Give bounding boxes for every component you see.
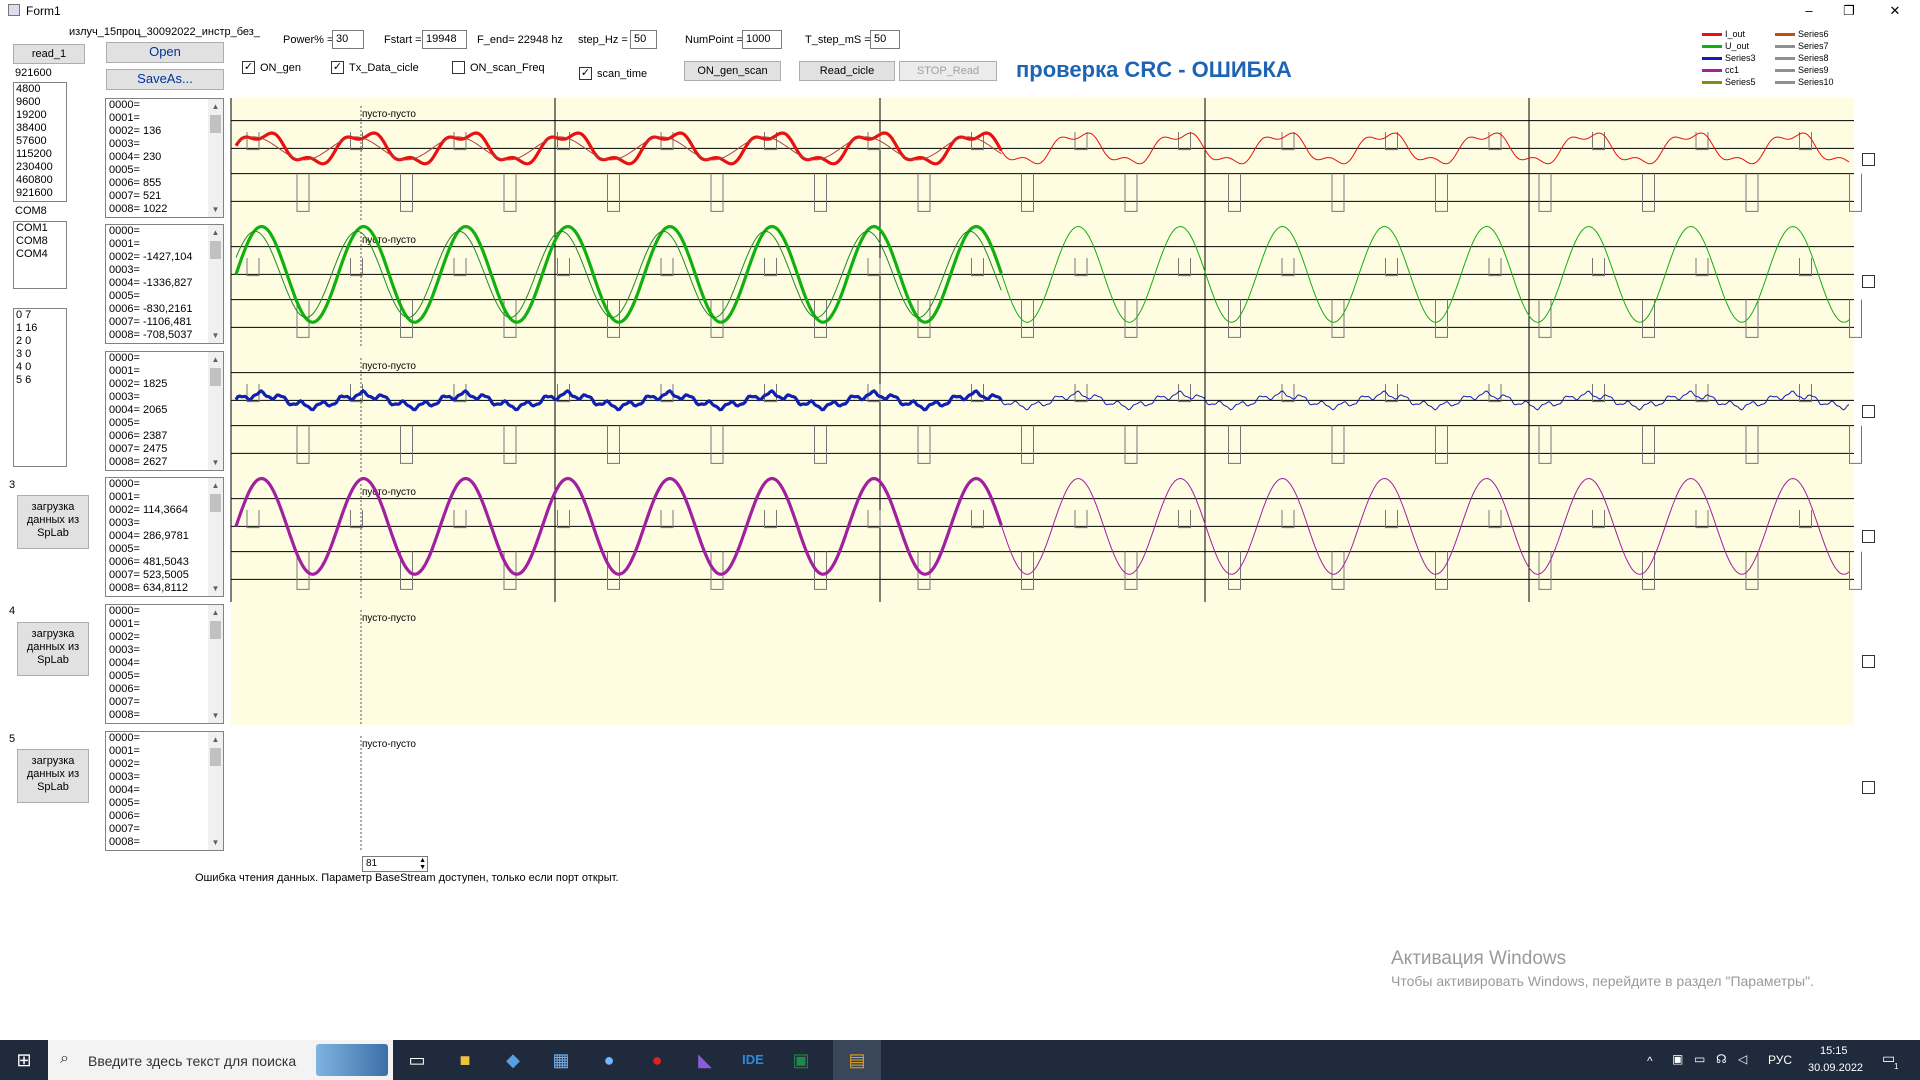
ide-icon[interactable]: IDE: [729, 1040, 777, 1080]
cursor-label: пусто-пусто: [362, 361, 416, 372]
cursor-label: пусто-пусто: [362, 613, 416, 624]
cursor-label: пусто-пусто: [362, 109, 416, 120]
search-highlight-image: [316, 1044, 388, 1076]
charts-svg: пусто-пусто пусто-пусто пусто-пусто пусто-п…: [230, 98, 1862, 852]
file-explorer-icon[interactable]: ■: [441, 1040, 489, 1080]
cursor-spinner[interactable]: 81 ▲ ▼: [362, 856, 428, 872]
paint-icon[interactable]: ●: [585, 1040, 633, 1080]
panel-checkbox-6[interactable]: [1862, 781, 1875, 794]
tray-display-icon[interactable]: ▭: [1694, 1052, 1705, 1066]
volume-icon[interactable]: ◁: [1738, 1052, 1747, 1066]
panel-checkbox-2[interactable]: [1862, 275, 1875, 288]
form1-app-icon[interactable]: ▤: [833, 1040, 881, 1080]
error-status: Ошибка чтения данных. Параметр BaseStrea…: [195, 872, 619, 884]
cursor-label: пусто-пусто: [362, 739, 416, 750]
search-placeholder: Введите здесь текст для поиска: [88, 1053, 297, 1069]
activation-text: Чтобы активировать Windows, перейдите в …: [1391, 973, 1814, 989]
tray-wifi-icon[interactable]: ☊: [1716, 1052, 1727, 1066]
panel-checkbox-5[interactable]: [1862, 655, 1875, 668]
editor-icon[interactable]: ◆: [489, 1040, 537, 1080]
yandex-browser-icon[interactable]: ●: [633, 1040, 681, 1080]
panel-checkbox-1[interactable]: [1862, 153, 1875, 166]
language-indicator[interactable]: РУС: [1768, 1053, 1792, 1067]
tray-chevron-icon[interactable]: ^: [1647, 1054, 1653, 1068]
task-view-icon[interactable]: ▭: [393, 1040, 441, 1080]
search-icon: ⌕: [60, 1050, 69, 1067]
excel-icon[interactable]: ▣: [777, 1040, 825, 1080]
visual-studio-icon[interactable]: ◣: [681, 1040, 729, 1080]
tray-network-icon[interactable]: ▣: [1672, 1052, 1683, 1066]
start-icon[interactable]: ⊞: [0, 1040, 48, 1080]
cursor-spinner-value: 81: [366, 858, 378, 869]
calculator-icon[interactable]: ▦: [537, 1040, 585, 1080]
panel-checkbox-3[interactable]: [1862, 405, 1875, 418]
clock-date[interactable]: 30.09.2022: [1808, 1062, 1863, 1074]
clock-time[interactable]: 15:15: [1820, 1045, 1848, 1057]
activation-title: Активация Windows: [1391, 948, 1567, 969]
panel-checkbox-4[interactable]: [1862, 530, 1875, 543]
cursor-label: пусто-пусто: [362, 487, 416, 498]
notification-count: 1: [1894, 1062, 1899, 1071]
spinner-arrows-icon[interactable]: ▲ ▼: [419, 857, 426, 871]
taskbar-search[interactable]: ⌕ Введите здесь текст для поиска: [48, 1040, 393, 1080]
